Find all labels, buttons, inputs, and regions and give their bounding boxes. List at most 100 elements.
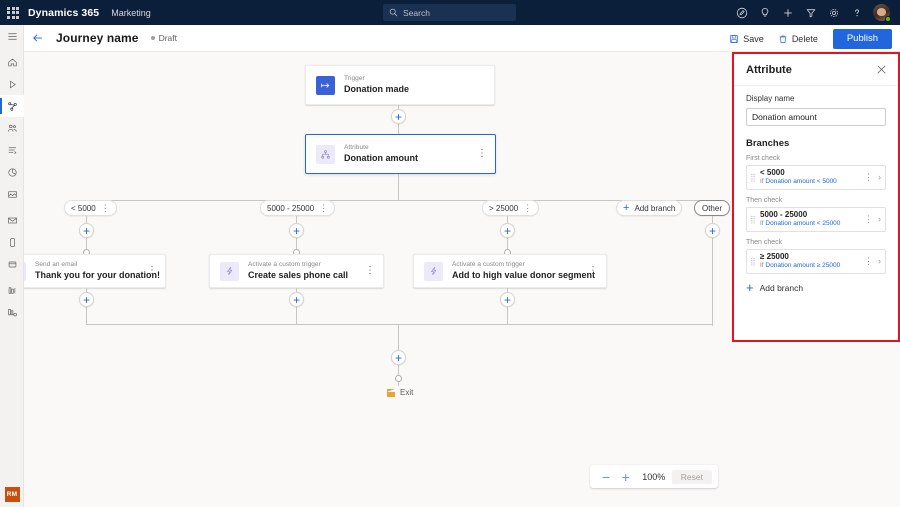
add-step-before-exit[interactable]: +: [391, 350, 406, 365]
sidebar-item-journeys[interactable]: [0, 95, 24, 117]
chevron-right-icon[interactable]: ›: [878, 215, 881, 224]
rail-user-badge[interactable]: RM: [0, 487, 24, 502]
app-launcher-icon[interactable]: [0, 7, 26, 19]
branch-1-card-subtitle: Send an email: [35, 261, 160, 270]
save-label: Save: [743, 34, 764, 44]
suite-actions: [730, 0, 894, 25]
sidebar-item-reports[interactable]: [0, 279, 24, 301]
edit-icon[interactable]: [730, 0, 753, 25]
zoom-out-button[interactable]: −: [596, 465, 616, 488]
gear-icon[interactable]: [822, 0, 845, 25]
display-name-label: Display name: [746, 94, 886, 103]
exit-node[interactable]: Exit: [387, 388, 413, 397]
plus-icon: +: [746, 281, 754, 294]
lightbulb-icon[interactable]: [753, 0, 776, 25]
sidebar-item-emails[interactable]: [0, 209, 24, 231]
panel-branch-3-more-icon[interactable]: ⋮: [864, 257, 873, 266]
back-button[interactable]: [24, 25, 52, 52]
add-step-after-trigger[interactable]: +: [391, 109, 406, 124]
panel-add-branch-button[interactable]: + Add branch: [746, 281, 886, 294]
email-icon: [24, 262, 26, 281]
attribute-properties-panel: Attribute Display name Branches First ch…: [732, 52, 900, 342]
left-nav-rail: RM: [0, 25, 24, 507]
panel-branch-1-name: < 5000: [760, 168, 864, 178]
plus-icon[interactable]: [776, 0, 799, 25]
add-step-branch-3[interactable]: +: [500, 223, 515, 238]
sidebar-item-recent[interactable]: [0, 73, 24, 95]
panel-branch-row-2[interactable]: ⣿ 5000 - 25000 If Donation amount < 2500…: [746, 207, 886, 232]
zoom-reset-button[interactable]: Reset: [672, 470, 712, 484]
content-icon: [7, 189, 18, 200]
sidebar-item-customers[interactable]: [0, 117, 24, 139]
branch-pill-2[interactable]: 5000 - 25000 ⋮: [260, 200, 335, 216]
panel-branch-1-more-icon[interactable]: ⋮: [864, 173, 873, 182]
panel-branch-2-condition: If Donation amount < 25000: [760, 220, 864, 228]
add-step-branch-1[interactable]: +: [79, 223, 94, 238]
sidebar-item-asset-library[interactable]: [0, 301, 24, 323]
drag-handle-icon[interactable]: ⣿: [750, 216, 756, 224]
close-icon[interactable]: [877, 65, 886, 74]
custom-trigger-icon: [424, 262, 443, 281]
branch-pill-1-more-icon[interactable]: ⋮: [101, 204, 110, 213]
branch-3-action-node[interactable]: Activate a custom trigger Add to high va…: [413, 254, 607, 288]
branch-2-action-node[interactable]: Activate a custom trigger Create sales p…: [209, 254, 384, 288]
sidebar-item-text-messages[interactable]: [0, 231, 24, 253]
branch-pill-3-label: > 25000: [489, 204, 518, 213]
add-step-other-branch[interactable]: +: [705, 223, 720, 238]
branch-pill-2-more-icon[interactable]: ⋮: [319, 204, 328, 213]
branch-1-action-node[interactable]: Send an email Thank you for your donatio…: [24, 254, 166, 288]
add-step-branch-1-end[interactable]: +: [79, 292, 94, 307]
sidebar-item-home[interactable]: [0, 51, 24, 73]
exit-label: Exit: [400, 388, 413, 397]
add-branch-pill[interactable]: + Add branch: [616, 200, 682, 216]
branch-1-card-title: Thank you for your donation!: [35, 269, 160, 281]
add-step-branch-2-end[interactable]: +: [289, 292, 304, 307]
analytics-icon: [7, 167, 18, 178]
branch-pill-1-label: < 5000: [71, 204, 96, 213]
branch-3-more-icon[interactable]: ⋮: [588, 266, 598, 276]
panel-title: Attribute: [746, 64, 792, 76]
attribute-title: Donation amount: [344, 152, 418, 164]
segments-icon: [7, 145, 18, 156]
attribute-node[interactable]: Attribute Donation amount ⋮: [305, 134, 496, 174]
help-icon[interactable]: [845, 0, 868, 25]
sidebar-item-analytics[interactable]: [0, 161, 24, 183]
user-avatar[interactable]: [868, 0, 894, 25]
publish-button[interactable]: Publish: [833, 29, 892, 49]
sidebar-item-segments[interactable]: [0, 139, 24, 161]
panel-branch-1-condition: If Donation amount < 5000: [760, 178, 864, 186]
chevron-right-icon[interactable]: ›: [878, 257, 881, 266]
branch-pill-3-more-icon[interactable]: ⋮: [523, 204, 532, 213]
panel-branch-2-more-icon[interactable]: ⋮: [864, 215, 873, 224]
panel-branch-row-1[interactable]: ⣿ < 5000 If Donation amount < 5000 ⋮ ›: [746, 165, 886, 190]
global-search-box[interactable]: Search: [383, 4, 516, 21]
attribute-more-icon[interactable]: ⋮: [477, 149, 487, 159]
trigger-subtitle: Trigger: [344, 75, 409, 84]
save-button[interactable]: Save: [722, 29, 771, 49]
other-branch-pill[interactable]: Other: [694, 200, 730, 216]
branch-1-more-icon[interactable]: ⋮: [147, 266, 157, 276]
filter-icon[interactable]: [799, 0, 822, 25]
trigger-title: Donation made: [344, 83, 409, 95]
branch-pill-1[interactable]: < 5000 ⋮: [64, 200, 117, 216]
panel-branch-row-3[interactable]: ⣿ ≥ 25000 If Donation amount ≥ 25000 ⋮ ›: [746, 249, 886, 274]
attribute-subtitle: Attribute: [344, 144, 418, 153]
trigger-node[interactable]: Trigger Donation made: [305, 65, 495, 105]
branch-pill-3[interactable]: > 25000 ⋮: [482, 200, 539, 216]
push-icon: [7, 259, 18, 270]
delete-button[interactable]: Delete: [771, 29, 825, 49]
add-step-branch-3-end[interactable]: +: [500, 292, 515, 307]
sidebar-item-menu[interactable]: [0, 25, 24, 47]
chevron-right-icon[interactable]: ›: [878, 173, 881, 182]
display-name-input[interactable]: [746, 108, 886, 126]
custom-trigger-icon: [220, 262, 239, 281]
drag-handle-icon[interactable]: ⣿: [750, 174, 756, 182]
drag-handle-icon[interactable]: ⣿: [750, 258, 756, 266]
delete-label: Delete: [792, 34, 818, 44]
add-step-branch-2[interactable]: +: [289, 223, 304, 238]
branch-2-more-icon[interactable]: ⋮: [365, 266, 375, 276]
sidebar-item-push[interactable]: [0, 253, 24, 275]
status-dot: [151, 36, 155, 40]
sidebar-item-content[interactable]: [0, 183, 24, 205]
zoom-in-button[interactable]: +: [616, 465, 636, 488]
